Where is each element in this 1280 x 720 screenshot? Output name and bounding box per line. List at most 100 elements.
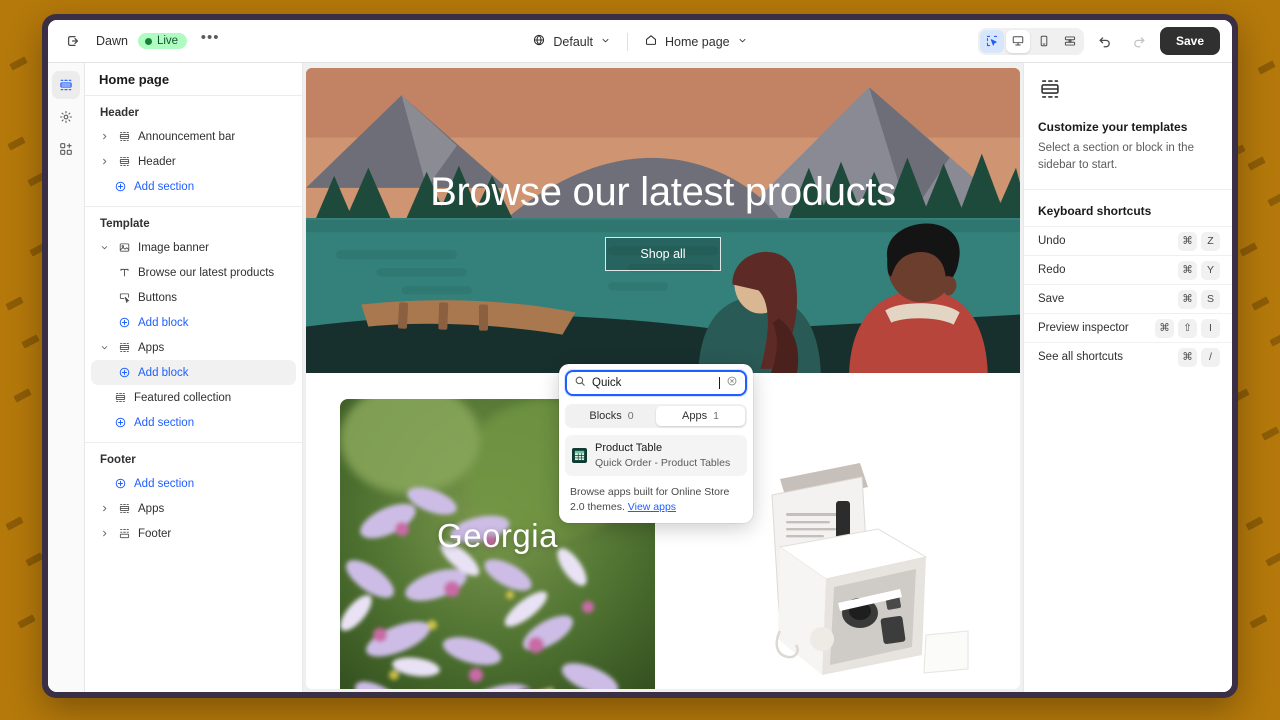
- sidebar-item-add-block[interactable]: Add block: [91, 360, 296, 385]
- sidebar-item-header[interactable]: Header: [91, 149, 296, 174]
- sidebar-item-footer[interactable]: Footer: [91, 521, 296, 546]
- shop-all-button[interactable]: Shop all: [605, 237, 721, 271]
- tab-label: Blocks: [589, 410, 622, 422]
- right-panel-intro: Customize your templates Select a sectio…: [1024, 63, 1232, 191]
- search-input[interactable]: [592, 377, 716, 389]
- sidebar-item-browse-our-latest-products[interactable]: Browse our latest products: [91, 260, 296, 285]
- rail-item-settings[interactable]: [52, 103, 80, 131]
- image-banner-section[interactable]: Browse our latest products Shop all: [306, 68, 1020, 373]
- divider: [626, 32, 628, 51]
- sidebar-item-add-block[interactable]: Add block: [91, 310, 296, 335]
- clear-icon[interactable]: [726, 374, 738, 392]
- sidebar-item-buttons[interactable]: Buttons: [91, 285, 296, 310]
- chevron-right-icon[interactable]: [99, 529, 110, 538]
- background-dash: [1245, 516, 1264, 531]
- tab-label: Apps: [682, 410, 708, 422]
- sidebar-item-label: Browse our latest products: [138, 266, 275, 279]
- home-icon: [644, 33, 658, 50]
- shortcut-row: Redo ⌘ Y: [1024, 255, 1232, 284]
- icon-rail: [48, 63, 85, 692]
- sidebar-item-label: Add block: [138, 366, 189, 379]
- shortcut-row: See all shortcuts ⌘ /: [1024, 342, 1232, 371]
- mobile-icon[interactable]: [1032, 30, 1056, 53]
- search-results: Product Table Quick Order - Product Table…: [565, 435, 747, 477]
- search-result-item[interactable]: Product Table Quick Order - Product Table…: [565, 435, 747, 477]
- shortcut-label: Preview inspector: [1038, 322, 1129, 335]
- key-cap: ⌘: [1178, 347, 1197, 367]
- sidebar-groups: Header Announcement bar Header Add section T…: [85, 96, 302, 553]
- blocks-icon: [113, 391, 127, 404]
- globe-icon: [532, 33, 546, 50]
- shortcut-row: Preview inspector ⌘ ⇧ I: [1024, 313, 1232, 342]
- blocks-icon: [117, 502, 131, 515]
- chevron-down-icon[interactable]: [99, 343, 110, 352]
- rail-item-apps[interactable]: [52, 135, 80, 163]
- rail-item-sections[interactable]: [52, 71, 80, 99]
- sidebar-item-add-section[interactable]: Add section: [91, 471, 296, 496]
- sidebar-item-featured-collection[interactable]: Featured collection: [91, 385, 296, 410]
- background-dash: [1261, 426, 1280, 441]
- top-bar-right: Save: [977, 27, 1220, 55]
- sidebar-item-add-section[interactable]: Add section: [91, 410, 296, 435]
- sidebar-item-label: Add block: [138, 316, 189, 329]
- page-title: Home page: [99, 71, 170, 87]
- sections-sidebar: Home page Header Announcement bar Header Ad…: [85, 63, 303, 692]
- sidebar-item-label: Add section: [134, 477, 195, 490]
- preview-area: Browse our latest products Shop all Geor…: [303, 63, 1023, 692]
- plus-circle-icon: [113, 180, 127, 193]
- more-options-button[interactable]: •••: [197, 28, 223, 54]
- exit-icon[interactable]: [60, 28, 86, 54]
- chevron-right-icon[interactable]: [99, 132, 110, 141]
- background-dash: [1269, 332, 1280, 347]
- shortcut-keys: ⌘ Z: [1178, 231, 1220, 251]
- sidebar-group-label: Header: [100, 107, 139, 119]
- browser-window: Dawn Live ••• Default Home page Save Hom…: [42, 14, 1238, 698]
- button-icon: [117, 291, 131, 304]
- sidebar-item-add-section[interactable]: Add section: [91, 174, 296, 199]
- chevron-down-icon: [600, 35, 611, 49]
- background-dash: [9, 56, 28, 71]
- key-cap: I: [1201, 318, 1220, 338]
- section-icon: [117, 155, 131, 168]
- search-field[interactable]: [565, 370, 747, 396]
- sidebar-item-label: Header: [138, 155, 176, 168]
- undo-button[interactable]: [1092, 28, 1118, 54]
- footer-icon: [117, 527, 131, 540]
- device-toggle-group: [977, 27, 1084, 55]
- background-dash: [1251, 296, 1270, 311]
- shortcut-row: Save ⌘ S: [1024, 284, 1232, 313]
- sidebar-group-label: Template: [100, 218, 150, 230]
- chevron-right-icon[interactable]: [99, 504, 110, 513]
- sidebar-item-label: Add section: [134, 180, 195, 193]
- image-icon: [117, 241, 131, 254]
- hero-title: Browse our latest products: [430, 170, 896, 214]
- tab-apps[interactable]: Apps 1: [656, 406, 745, 426]
- sidebar-group-template: Template Image banner Browse our latest pr…: [85, 207, 302, 443]
- fullwidth-icon[interactable]: [1058, 30, 1082, 53]
- shortcut-keys: ⌘ S: [1178, 289, 1220, 309]
- tab-blocks[interactable]: Blocks 0: [567, 406, 656, 426]
- sidebar-item-announcement-bar[interactable]: Announcement bar: [91, 124, 296, 149]
- page-selector[interactable]: Home page: [635, 28, 757, 55]
- background-dash: [17, 614, 36, 629]
- section-icon: [117, 130, 131, 143]
- app-table-icon: [572, 448, 587, 463]
- chevron-right-icon[interactable]: [99, 157, 110, 166]
- background-dash: [13, 388, 32, 403]
- desktop-icon[interactable]: [1005, 29, 1030, 53]
- tab-count: 1: [713, 410, 719, 422]
- sidebar-item-apps[interactable]: Apps: [91, 335, 296, 360]
- key-cap: Y: [1201, 260, 1220, 280]
- view-apps-link[interactable]: View apps: [628, 501, 676, 513]
- save-button[interactable]: Save: [1159, 27, 1220, 55]
- key-cap: S: [1201, 289, 1220, 309]
- chevron-down-icon[interactable]: [99, 243, 110, 252]
- key-cap: Z: [1201, 231, 1220, 251]
- locale-selector[interactable]: Default: [523, 28, 620, 55]
- sidebar-item-apps[interactable]: Apps: [91, 496, 296, 521]
- sidebar-item-label: Apps: [138, 502, 165, 515]
- key-cap: ⌘: [1155, 318, 1174, 338]
- sidebar-item-image-banner[interactable]: Image banner: [91, 235, 296, 260]
- inspector-icon[interactable]: [979, 29, 1004, 53]
- chevron-down-icon: [737, 35, 748, 49]
